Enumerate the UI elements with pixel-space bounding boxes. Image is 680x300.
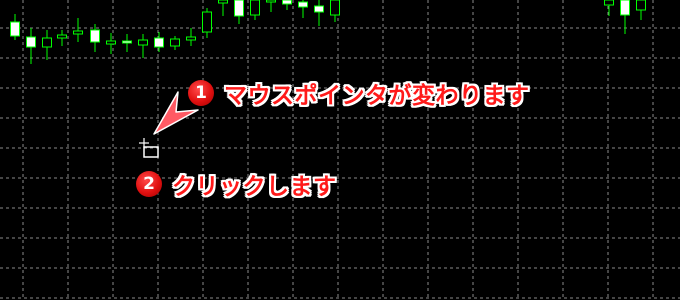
candlestick bbox=[154, 32, 164, 52]
candlestick bbox=[73, 18, 83, 42]
chart-grid bbox=[0, 0, 680, 300]
candlestick bbox=[57, 30, 67, 46]
candlestick bbox=[282, 0, 292, 10]
candlestick bbox=[26, 28, 36, 64]
candlestick bbox=[122, 34, 132, 52]
candlestick bbox=[218, 0, 228, 16]
callout-step-1: 1 マウスポインタが変わります bbox=[188, 76, 530, 110]
chart-window[interactable]: 1 マウスポインタが変わります 2 クリックします bbox=[0, 0, 680, 300]
candlestick bbox=[170, 36, 180, 50]
step-2-instruction: クリックします bbox=[172, 174, 337, 200]
candlestick bbox=[106, 33, 116, 54]
step-number-badge: 1 bbox=[188, 80, 214, 106]
candlestick bbox=[186, 28, 196, 46]
rectangle-draw-cursor-icon bbox=[139, 138, 159, 158]
candlestick bbox=[636, 0, 646, 20]
candlestick bbox=[202, 8, 212, 38]
candlestick bbox=[10, 14, 20, 40]
candlestick bbox=[298, 0, 308, 18]
candlestick bbox=[138, 34, 148, 58]
candlestick bbox=[250, 0, 260, 20]
callout-step-2: 2 クリックします bbox=[136, 167, 337, 201]
candlestick bbox=[314, 0, 324, 26]
candlestick bbox=[234, 0, 244, 24]
candlestick-series bbox=[10, 0, 646, 64]
price-chart[interactable] bbox=[0, 0, 680, 300]
candlestick bbox=[604, 0, 614, 16]
step-1-instruction: マウスポインタが変わります bbox=[224, 83, 530, 109]
candlestick bbox=[266, 0, 276, 12]
step-number-badge: 2 bbox=[136, 171, 162, 197]
candlestick bbox=[620, 0, 630, 34]
candlestick bbox=[42, 30, 52, 60]
